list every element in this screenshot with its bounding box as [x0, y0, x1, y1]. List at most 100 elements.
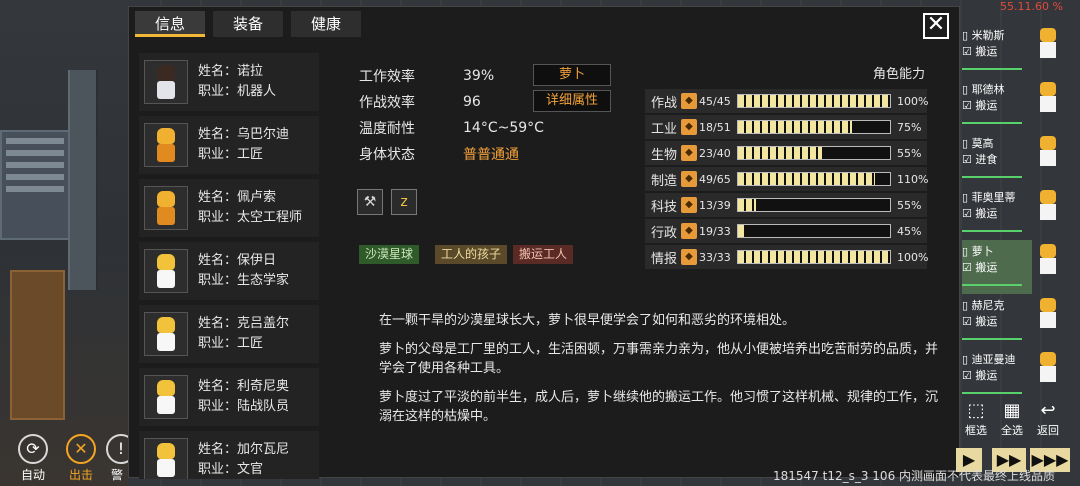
crew-sprite	[1036, 352, 1060, 392]
target-icon: ◆	[681, 249, 697, 265]
ability-row: 作战 ◆ 45/45 100%	[645, 89, 928, 113]
character-name-button[interactable]: 萝卜	[533, 64, 611, 86]
ability-count: 13/39	[699, 198, 731, 212]
ability-bar	[737, 198, 891, 212]
ability-percent: 75%	[897, 120, 922, 134]
ability-row: 生物 ◆ 23/40 55%	[645, 141, 927, 165]
detail-attributes-button[interactable]: 详细属性	[533, 90, 611, 112]
health-bar	[962, 230, 1022, 232]
background-shelf	[10, 270, 65, 420]
health-bar	[962, 338, 1022, 340]
crew-card[interactable]: 姓名：乌巴尔迪 职业：工匠	[139, 116, 319, 174]
temp-label: 温度耐性	[359, 121, 415, 137]
sidebar-crew-name: ▯ 迪亚曼迪	[962, 353, 1016, 366]
crew-job: 职业：工匠	[198, 336, 264, 351]
ability-bar	[737, 172, 891, 186]
ability-count: 33/33	[699, 250, 731, 264]
trait-tag[interactable]: 工人的孩子	[435, 245, 508, 264]
box-select-button[interactable]: ⬚ 框选	[958, 400, 994, 438]
panel-tabs: 信息 装备 健康	[135, 11, 361, 39]
ability-bar	[737, 224, 891, 238]
ability-count: 45/45	[699, 94, 731, 108]
temp-value: 14°C~59°C	[463, 120, 544, 136]
health-bar	[962, 392, 1022, 394]
abilities-title: 角色能力	[873, 67, 926, 82]
crew-job: 职业：机器人	[198, 84, 277, 99]
sleep-zz-icon[interactable]: z	[391, 189, 417, 215]
attack-icon: ✕	[66, 434, 96, 464]
sidebar-crew-task: ☑ 搬运	[962, 207, 998, 220]
combat-eff-label: 作战效率	[359, 95, 415, 111]
ability-count: 18/51	[699, 120, 731, 134]
ability-name: 工业	[651, 121, 678, 137]
ability-name: 作战	[651, 95, 678, 111]
sidebar-crew-name: ▯ 莫高	[962, 137, 994, 150]
crew-card[interactable]: 姓名：克吕盖尔 职业：工匠	[139, 305, 319, 363]
sidebar-crew-item[interactable]: ▯ 耶德林 ☑ 搬运	[962, 78, 1056, 132]
sidebar-crew-task: ☑ 进食	[962, 153, 998, 166]
health-bar	[962, 122, 1022, 124]
ability-percent: 100%	[897, 250, 929, 264]
tab-health[interactable]: 健康	[291, 11, 361, 37]
sidebar-crew-task: ☑ 搬运	[962, 45, 998, 58]
ability-row: 行政 ◆ 19/33 45%	[645, 219, 927, 243]
sidebar-crew-item[interactable]: ▯ 菲奥里蒂 ☑ 搬运	[962, 186, 1056, 240]
sidebar-crew-item[interactable]: ▯ 萝卜 ☑ 搬运	[962, 240, 1056, 294]
crew-card[interactable]: 姓名：保伊日 职业：生态学家	[139, 242, 319, 300]
sidebar-crew-item[interactable]: ▯ 赫尼克 ☑ 搬运	[962, 294, 1056, 348]
crew-card[interactable]: 姓名：诺拉职业：机器人	[139, 53, 319, 111]
crew-sprite	[1036, 190, 1060, 230]
crew-card[interactable]: 姓名：利奇尼奥 职业：陆战队员	[139, 368, 319, 426]
game-screen: ⟳ 自动 ✕ 出击 ! 警 信息 装备 健康 ✕ 姓名：诺拉职业：机器人 姓名：…	[0, 0, 1080, 486]
trait-tag[interactable]: 沙漠星球	[359, 245, 420, 264]
sidebar-crew-name: ▯ 耶德林	[962, 83, 1005, 96]
crew-card[interactable]: 姓名：佩卢索 职业：太空工程师	[139, 179, 319, 237]
trait-tag[interactable]: 搬运工人	[513, 245, 574, 264]
attack-button[interactable]: ✕ 出击	[58, 432, 104, 482]
crew-sprite	[1036, 28, 1060, 68]
crew-sidebar: ▯ 米勒斯 ☑ 搬运 ▯ 耶德林 ☑ 搬运 ▯ 莫高 ☑ 进食 ▯ 菲奥里蒂 ☑…	[962, 24, 1056, 402]
avatar	[144, 312, 188, 356]
tools-icon[interactable]: ⚒	[357, 189, 383, 215]
paw-icon: ◆	[681, 145, 697, 161]
sidebar-crew-name: ▯ 菲奥里蒂	[962, 191, 1016, 204]
work-eff-label: 工作效率	[359, 69, 415, 85]
crew-sprite	[1036, 244, 1060, 284]
alert-icon: !	[106, 434, 128, 464]
sidebar-crew-item[interactable]: ▯ 迪亚曼迪 ☑ 搬运	[962, 348, 1056, 402]
alert-button[interactable]: ! 警	[106, 432, 128, 482]
crew-name: 姓名：诺拉	[198, 64, 264, 79]
back-button[interactable]: ↩ 返回	[1030, 400, 1066, 438]
back-icon: ↩	[1040, 400, 1056, 421]
crew-job: 职业：工匠	[198, 147, 264, 162]
avatar	[144, 249, 188, 293]
state-label: 身体状态	[359, 147, 415, 163]
sidebar-crew-task: ☑ 搬运	[962, 261, 998, 274]
select-all-button[interactable]: ▦ 全选	[994, 400, 1030, 438]
crew-job: 职业：太空工程师	[198, 210, 303, 225]
backstory-paragraph: 萝卜的父母是工厂里的工人，生活困顿，万事需亲力亲为，他从小便被培养出吃苦耐劳的品…	[379, 342, 939, 376]
ability-name: 科技	[651, 199, 678, 215]
ability-bar	[737, 250, 891, 264]
sidebar-crew-item[interactable]: ▯ 米勒斯 ☑ 搬运	[962, 24, 1056, 78]
arm-icon: ◆	[681, 93, 697, 109]
tab-equipment[interactable]: 装备	[213, 11, 283, 37]
backstory-paragraph: 在一颗干旱的沙漠星球长大，萝卜很早便学会了如何和恶劣的环境相处。	[379, 313, 796, 328]
crew-name: 姓名：乌巴尔迪	[198, 127, 290, 142]
close-icon[interactable]: ✕	[923, 13, 949, 39]
ability-name: 情报	[651, 251, 678, 267]
auto-button[interactable]: ⟳ 自动	[10, 432, 56, 482]
tab-info[interactable]: 信息	[135, 11, 205, 37]
hammer-icon: ◆	[681, 171, 697, 187]
sidebar-crew-item[interactable]: ▯ 莫高 ☑ 进食	[962, 132, 1056, 186]
crew-name: 姓名：加尔瓦尼	[198, 442, 290, 457]
avatar	[144, 123, 188, 167]
crew-card[interactable]: 姓名：加尔瓦尼 职业：文官	[139, 431, 319, 479]
top-status: 55.11.60 %	[1000, 0, 1063, 13]
backstory: 在一颗干旱的沙漠星球长大，萝卜很早便学会了如何和恶劣的环境相处。 萝卜的父母是工…	[379, 311, 939, 436]
ability-percent: 45%	[897, 224, 922, 238]
ability-percent: 55%	[897, 198, 922, 212]
ability-row: 科技 ◆ 13/39 55%	[645, 193, 927, 217]
crew-sprite	[1036, 82, 1060, 122]
avatar	[144, 438, 188, 479]
